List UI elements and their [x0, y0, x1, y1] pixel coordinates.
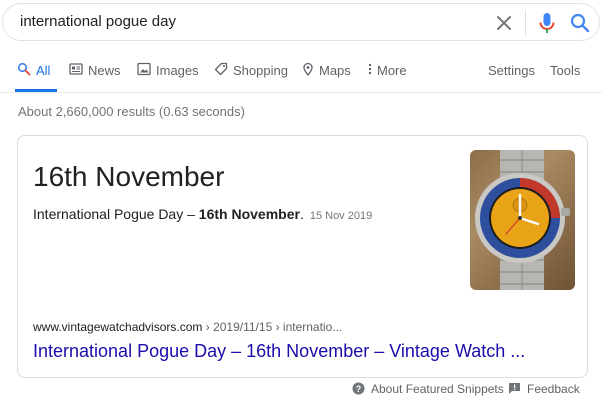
tab-label: More	[377, 63, 407, 78]
result-title-link[interactable]: International Pogue Day – 16th November …	[33, 341, 525, 362]
map-pin-icon	[301, 62, 315, 77]
result-stats: About 2,660,000 results (0.63 seconds)	[18, 104, 245, 119]
tag-icon	[214, 62, 228, 76]
about-label: About Featured Snippets	[371, 382, 504, 396]
microphone-icon[interactable]	[536, 11, 558, 35]
snippet-text: International Pogue Day – 16th November.…	[33, 206, 372, 222]
search-input[interactable]: international pogue day	[20, 13, 176, 30]
tools-label: Tools	[550, 63, 581, 78]
search-tabs: All News Images Shopping Maps More Setti…	[0, 58, 602, 92]
news-icon	[69, 62, 83, 76]
tab-label: News	[88, 63, 121, 78]
watch-image[interactable]	[470, 150, 575, 290]
snippet-prefix: International Pogue Day –	[33, 206, 199, 222]
snippet-bold: 16th November	[198, 206, 300, 222]
search-icon	[17, 62, 31, 76]
kebab-icon	[366, 62, 374, 76]
svg-text:?: ?	[356, 384, 362, 394]
cite-domain: www.vintagewatchadvisors.com	[33, 320, 203, 334]
settings-label: Settings	[488, 63, 535, 78]
tab-label: Shopping	[233, 63, 288, 78]
search-bar[interactable]: international pogue day	[2, 3, 600, 41]
result-citation: www.vintagewatchadvisors.com › 2019/11/1…	[33, 320, 342, 334]
divider	[525, 10, 526, 36]
image-icon	[137, 62, 151, 76]
feedback-label: Feedback	[527, 382, 580, 396]
featured-answer: 16th November	[33, 161, 225, 192]
search-icon[interactable]	[569, 12, 591, 34]
tab-label: All	[36, 63, 51, 78]
featured-snippet-card: 16th November International Pogue Day – …	[17, 135, 588, 378]
snippet-date: 15 Nov 2019	[309, 210, 373, 222]
tab-label: Maps	[319, 63, 351, 78]
tab-label: Images	[156, 63, 199, 78]
clear-icon[interactable]	[493, 12, 515, 34]
snippet-suffix: .	[299, 206, 304, 222]
tabs-divider	[0, 92, 602, 93]
cite-path: › 2019/11/15 › internatio...	[202, 320, 343, 334]
